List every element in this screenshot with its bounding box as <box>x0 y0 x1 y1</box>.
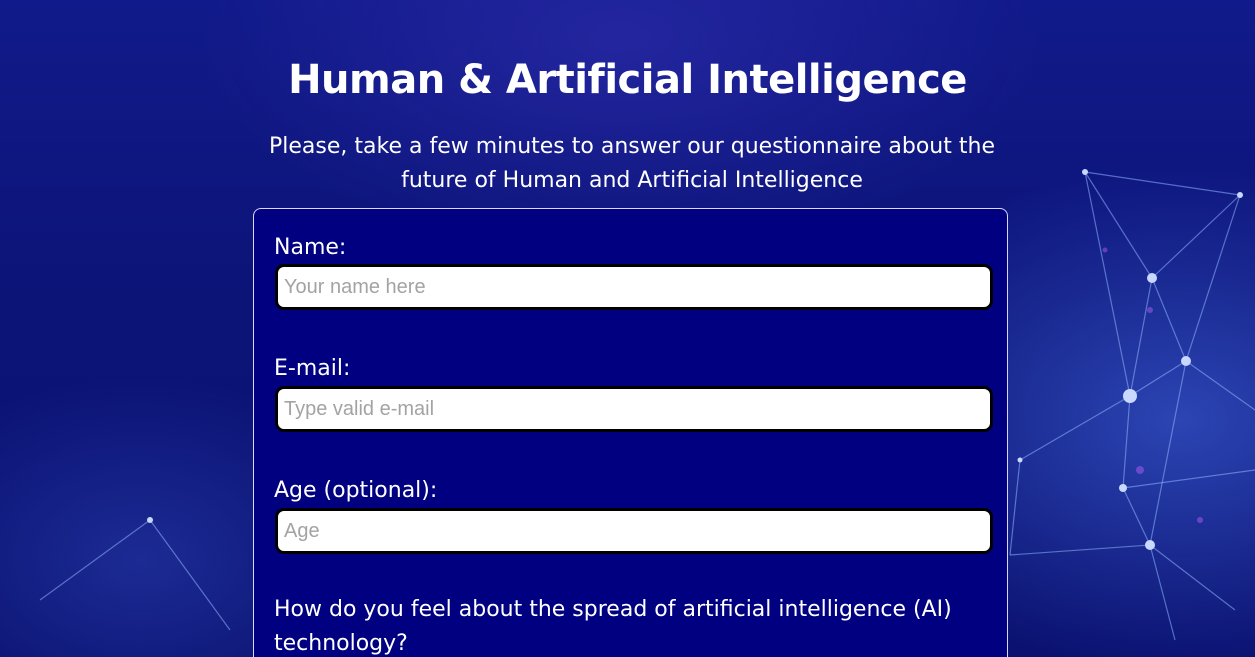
question-ai-feelings: How do you feel about the spread of arti… <box>274 597 952 656</box>
email-input[interactable] <box>275 386 993 432</box>
name-label: Name: <box>274 235 347 260</box>
email-label: E-mail: <box>274 356 351 381</box>
page-subtitle: Please, take a few minutes to answer our… <box>269 134 995 193</box>
age-input[interactable] <box>275 508 993 554</box>
page-title: Human & Artificial Intelligence <box>288 57 967 103</box>
survey-form: Name: E-mail: Age (optional): How do you… <box>253 208 1008 657</box>
age-label: Age (optional): <box>274 478 438 503</box>
name-input[interactable] <box>275 264 993 310</box>
